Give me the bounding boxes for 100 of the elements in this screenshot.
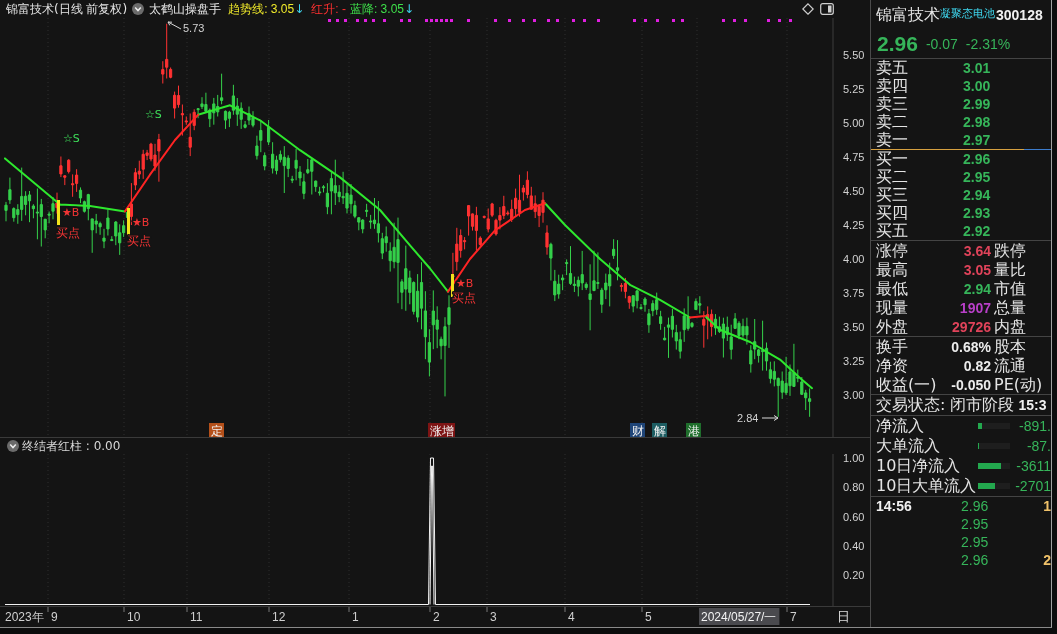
- axis-label: 1: [352, 610, 359, 624]
- event-marker[interactable]: 解: [652, 423, 667, 437]
- arrow-icon: [167, 21, 182, 30]
- order-level-label: 卖五: [876, 59, 909, 77]
- axis-label: 3.75: [843, 287, 865, 299]
- axis-label: 3: [490, 610, 497, 624]
- axis-label: 3.00: [843, 389, 865, 401]
- axis-label: 2: [433, 610, 440, 624]
- axis-label: 0.40: [843, 539, 865, 552]
- chevron-down-icon[interactable]: [132, 3, 145, 15]
- high-price-label: 5.73: [183, 22, 205, 34]
- order-price: 3.01: [963, 60, 992, 76]
- order-price: 2.98: [963, 114, 992, 130]
- order-price: 2.94: [963, 187, 992, 203]
- indicator-reading: 趋势线: 3.05: [228, 0, 295, 18]
- buy-point-label: 买点: [56, 226, 80, 240]
- crosshair-date-label: 2024/05/27/一: [699, 608, 780, 625]
- stat-value: 2.94: [963, 280, 991, 297]
- axis-label: 0.80: [843, 481, 865, 494]
- event-marker[interactable]: 财: [630, 423, 645, 437]
- axis-label: 3.25: [843, 355, 865, 367]
- order-level-label: 买三: [876, 186, 909, 204]
- axis-label: 4.50: [843, 185, 865, 197]
- price-change: -0.07: [925, 36, 958, 52]
- panel-layout-icon[interactable]: [820, 3, 834, 15]
- signal-bar-icon: [57, 200, 60, 225]
- stat-label: 净资: [876, 356, 909, 375]
- tick-price: 2.95: [961, 534, 990, 550]
- order-level-label: 买四: [876, 204, 909, 222]
- status-time: 15:3: [1018, 397, 1047, 413]
- stat-label: 最低: [876, 279, 909, 298]
- stat-label: PE(动): [994, 375, 1044, 394]
- axis-label: 5: [645, 610, 652, 624]
- axis-label: 11: [190, 610, 203, 624]
- stat-value: 0.82: [963, 357, 991, 374]
- arrow-icon: [761, 415, 779, 421]
- order-level-label: 卖一: [876, 131, 909, 149]
- stat-value: 3.64: [963, 242, 991, 259]
- order-price: 2.93: [963, 205, 992, 221]
- stat-label: 现量: [876, 298, 909, 317]
- axis-label: 1.00: [843, 454, 865, 464]
- trading-status: 交易状态: 闭市阶段: [876, 395, 1015, 415]
- indicator-reading: 红升: -: [311, 0, 346, 18]
- order-price: 2.96: [963, 151, 992, 167]
- period-button[interactable]: 日: [837, 608, 850, 625]
- chevron-down-icon[interactable]: [7, 440, 19, 452]
- buy-signal-mark: ★B: [456, 277, 474, 290]
- axis-label: 5.00: [843, 117, 865, 129]
- tick-price: 2.96: [961, 498, 990, 514]
- axis-label: 9: [51, 610, 58, 624]
- tick-volume: 2: [1043, 552, 1051, 568]
- order-level-label: 卖三: [876, 95, 909, 113]
- flow-label: 10日大单流入: [876, 476, 978, 496]
- stat-label: 涨停: [876, 241, 909, 260]
- axis-label: 7: [790, 610, 797, 624]
- axis-label: 3.50: [843, 321, 865, 333]
- order-price: 2.95: [963, 169, 992, 185]
- percent-change: -2.31%: [965, 36, 1011, 52]
- diamond-icon[interactable]: [802, 3, 814, 15]
- stat-label: 跌停: [994, 241, 1027, 260]
- sell-signal-mark: ☆S: [145, 108, 162, 121]
- concept-tag: 凝聚态电池: [940, 6, 995, 21]
- order-price: 2.92: [963, 223, 992, 239]
- flow-label: 10日净流入: [876, 456, 962, 476]
- order-level-label: 买一: [876, 150, 909, 168]
- signal-bar-icon: [127, 208, 130, 235]
- axis-label: 4.75: [843, 151, 865, 163]
- low-price-label: 2.84: [737, 412, 759, 424]
- buy-point-label: 买点: [452, 291, 476, 305]
- event-marker[interactable]: 定: [209, 423, 224, 437]
- flow-value: -2701: [1015, 478, 1051, 494]
- stat-label: 收益(一): [876, 375, 934, 394]
- tick-price: 2.96: [961, 552, 990, 568]
- stat-label: 总量: [994, 298, 1027, 317]
- stock-name: 锦富技术: [876, 4, 940, 26]
- axis-label: 5.50: [843, 49, 865, 61]
- event-marker[interactable]: 涨增: [428, 423, 455, 437]
- stat-label: 最高: [876, 260, 909, 279]
- signal-bar-icon: [451, 274, 454, 297]
- axis-label: 4.25: [843, 219, 865, 231]
- stock-code: 300128: [996, 7, 1043, 23]
- flow-value: -3611: [1016, 458, 1051, 474]
- axis-label: 12: [272, 610, 286, 624]
- down-arrow-icon: ↓: [404, 2, 415, 16]
- sell-signal-mark: ☆S: [63, 132, 80, 145]
- down-arrow-icon: ↓: [294, 2, 305, 16]
- stat-value: -0.050: [951, 376, 991, 393]
- last-price: 2.96: [877, 32, 918, 56]
- axis-label: 0.60: [843, 510, 865, 523]
- order-price: 2.99: [963, 96, 992, 112]
- tick-price: 2.95: [961, 516, 990, 532]
- stat-label: 内盘: [994, 317, 1027, 336]
- axis-label: 2023年: [5, 610, 44, 624]
- flow-value: -891.: [1019, 418, 1051, 434]
- order-level-label: 买二: [876, 168, 909, 186]
- event-marker[interactable]: 港: [686, 423, 701, 437]
- stat-value: 3.05: [963, 261, 991, 278]
- flow-label: 净流入: [876, 416, 925, 436]
- indicator-title: 终结者红柱 : 0.00: [22, 437, 121, 455]
- axis-label: 4: [568, 610, 575, 624]
